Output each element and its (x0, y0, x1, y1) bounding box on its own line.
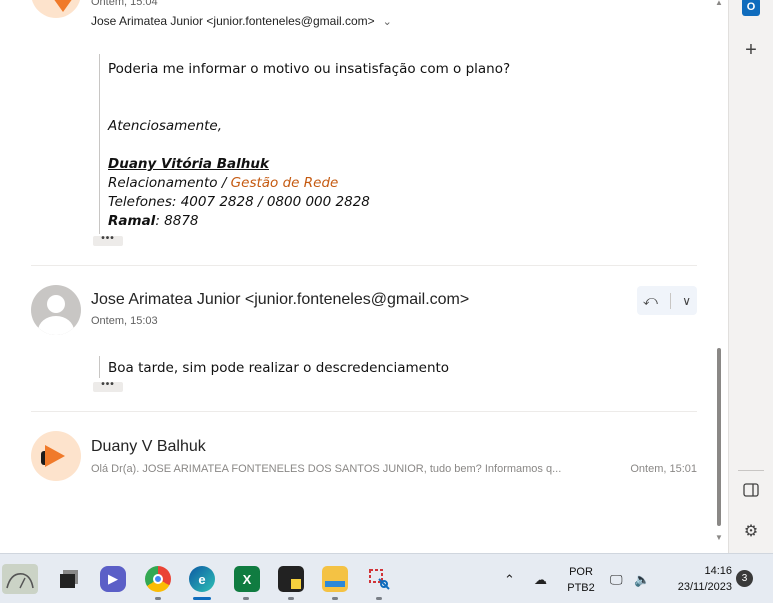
language-top[interactable]: POR (566, 566, 596, 578)
message-divider (31, 265, 697, 266)
chevron-down-icon[interactable]: ∨ (682, 294, 691, 308)
chevron-up-icon[interactable]: ⌃ (504, 572, 515, 588)
running-indicator (332, 597, 338, 600)
outlook-icon[interactable]: O (742, 0, 760, 16)
quoted-body-bar (99, 356, 101, 378)
scroll-up-icon[interactable]: ▲ (714, 0, 724, 7)
from-address: Jose Arimatea Junior <junior.fonteneles@… (91, 14, 375, 28)
running-indicator (288, 597, 294, 600)
volume-icon[interactable]: 🔈 (634, 572, 650, 588)
sender-avatar (31, 285, 81, 335)
message-preview[interactable]: Olá Dr(a). JOSE ARIMATEA FONTENELES DOS … (91, 463, 581, 475)
running-indicator (155, 597, 161, 600)
signature-ramal: Ramal: 8878 (108, 213, 199, 229)
teams-icon[interactable]: ▶ (100, 566, 126, 592)
message-time: Ontem, 15:04 (91, 0, 158, 8)
outlook-window: Ontem, 15:04 Jose Arimatea Junior <junio… (0, 0, 773, 553)
expand-chevron-icon[interactable]: ⌄ (383, 16, 392, 28)
message-time: Ontem, 15:03 (91, 315, 158, 327)
message-divider (31, 411, 697, 412)
running-indicator (243, 597, 249, 600)
scroll-thumb[interactable] (717, 348, 721, 526)
add-icon[interactable]: + (742, 40, 760, 60)
gear-icon[interactable]: ⚙ (742, 523, 760, 541)
widgets-icon[interactable] (2, 564, 38, 594)
clock-date[interactable]: 23/11/2023 (664, 581, 732, 593)
running-indicator (376, 597, 382, 600)
show-more-button[interactable]: ••• (93, 380, 123, 392)
show-more-button[interactable]: ••• (93, 234, 123, 246)
scrollbar[interactable]: ▲ ▼ (714, 0, 724, 553)
signature-name: Duany Vitória Balhuk (108, 156, 269, 172)
sender-avatar (31, 0, 81, 18)
notification-badge[interactable]: 3 (736, 570, 753, 587)
onedrive-icon[interactable]: ☁ (534, 572, 547, 588)
snipping-tool-icon[interactable] (366, 566, 392, 592)
message-from[interactable]: Jose Arimatea Junior <junior.fonteneles@… (91, 14, 392, 28)
reply-all-button[interactable]: ⤺ ∨ (637, 286, 697, 315)
sender-avatar (31, 431, 81, 481)
excel-icon[interactable]: X (234, 566, 260, 592)
body-text: Poderia me informar o motivo ou insatisf… (108, 61, 511, 77)
rail-divider (738, 470, 764, 471)
ramal-label: Ramal (108, 213, 156, 229)
edge-icon[interactable]: e (189, 566, 215, 592)
button-separator (669, 292, 671, 309)
role-prefix: Relacionamento / (108, 175, 231, 191)
active-indicator (193, 597, 211, 600)
task-view-icon[interactable] (56, 566, 82, 592)
closing-text: Atenciosamente, (108, 118, 223, 134)
network-icon[interactable]: 🖵 (610, 572, 623, 588)
reply-all-icon[interactable]: ⤺ (643, 292, 658, 309)
role-dept: Gestão de Rede (230, 175, 339, 191)
reading-pane: Ontem, 15:04 Jose Arimatea Junior <junio… (0, 0, 728, 553)
clock-time[interactable]: 14:16 (664, 565, 732, 577)
signature-role: Relacionamento / Gestão de Rede (108, 175, 338, 191)
signature-phones: Telefones: 4007 2828 / 0800 000 2828 (108, 194, 370, 210)
message-time: Ontem, 15:01 (630, 463, 697, 475)
ramal-value: : 8878 (155, 213, 199, 229)
sticky-notes-icon[interactable] (278, 566, 304, 592)
body-text: Boa tarde, sim pode realizar o descreden… (108, 360, 450, 376)
side-panel-icon[interactable] (742, 483, 760, 501)
chrome-icon[interactable] (145, 566, 171, 592)
sender-name[interactable]: Duany V Balhuk (91, 438, 206, 456)
sender-name[interactable]: Jose Arimatea Junior <junior.fonteneles@… (91, 291, 469, 309)
scroll-down-icon[interactable]: ▼ (714, 533, 724, 542)
taskbar: ▶ e X ⌃ ☁ POR PTB2 🖵 🔈 14:16 23/11/2023 (0, 553, 773, 603)
file-explorer-icon[interactable] (322, 566, 348, 592)
language-bottom[interactable]: PTB2 (566, 582, 596, 594)
